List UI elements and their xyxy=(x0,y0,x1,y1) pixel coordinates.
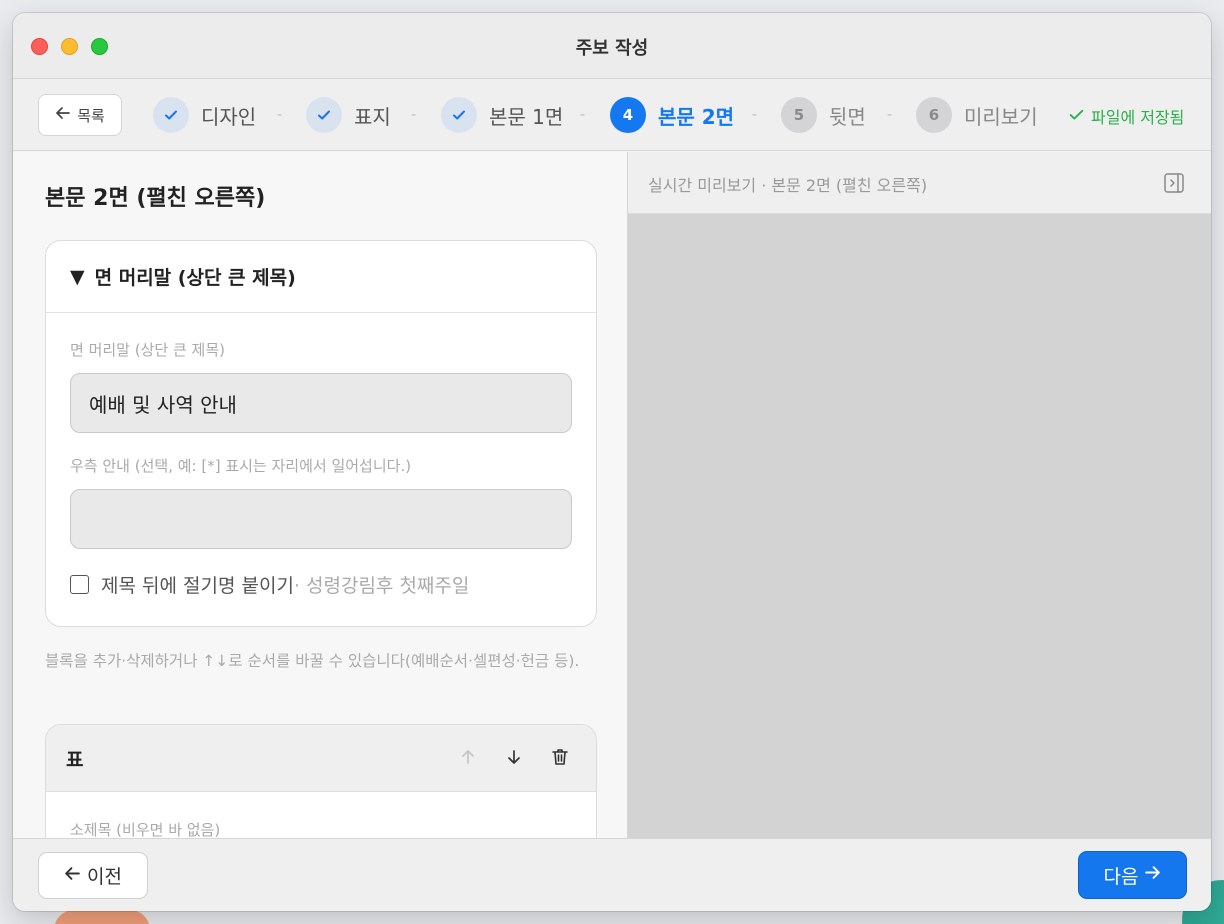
field-label: 면 머리말 (상단 큰 제목) xyxy=(70,341,225,359)
right-note-input[interactable] xyxy=(70,489,572,549)
check-icon xyxy=(1068,106,1085,127)
step-separator: - xyxy=(411,107,417,123)
table-block: 표 소제목 (비우면 바 없음) xyxy=(45,724,597,838)
arrow-left-icon xyxy=(55,105,71,125)
header-section-card: ▼ 면 머리말 (상단 큰 제목) 면 머리말 (상단 큰 제목) 예배 및 사… xyxy=(45,240,597,627)
step-separator: - xyxy=(277,107,283,123)
arrow-right-icon xyxy=(1144,864,1161,886)
footer-bar: 이전 다음 xyxy=(13,838,1211,911)
check-icon xyxy=(441,97,477,133)
step-body-page-1[interactable]: 본문 1면 xyxy=(441,97,563,133)
saved-label: 파일에 저장됨 xyxy=(1091,108,1185,127)
next-button[interactable]: 다음 xyxy=(1078,851,1187,899)
step-number: 6 xyxy=(916,97,952,133)
block-title: 표 xyxy=(66,748,84,771)
step-bar: 목록 디자인 - 표지 - 본문 1면 - 4 본문 2면 - 5 뒷면 - 6 xyxy=(13,79,1211,151)
step-separator: - xyxy=(580,107,586,123)
step-number: 4 xyxy=(610,97,646,133)
step-back-page[interactable]: 5 뒷면 xyxy=(781,97,866,133)
step-separator: - xyxy=(752,107,758,123)
title-bar: 주보 작성 xyxy=(13,13,1211,79)
step-design[interactable]: 디자인 xyxy=(153,97,256,133)
move-down-icon[interactable] xyxy=(502,745,526,769)
move-up-icon[interactable] xyxy=(456,745,480,769)
help-text: 블록을 추가·삭제하거나 ↑↓로 순서를 바꿀 수 있습니다(예배순서·셀편성·… xyxy=(45,652,580,670)
step-label: 본문 2면 xyxy=(658,104,735,129)
check-icon xyxy=(306,97,342,133)
back-to-list-button[interactable]: 목록 xyxy=(38,94,122,136)
subtitle-label: 소제목 (비우면 바 없음) xyxy=(70,821,221,838)
section-toggle[interactable]: ▼ 면 머리말 (상단 큰 제목) xyxy=(46,241,596,313)
page-title: 본문 2면 (펼친 오른쪽) xyxy=(45,186,266,211)
window-title: 주보 작성 xyxy=(575,38,649,59)
section-title: 면 머리말 (상단 큰 제목) xyxy=(94,267,296,289)
step-label: 뒷면 xyxy=(829,104,866,129)
preview-title: 실시간 미리보기 · 본문 2면 (펼친 오른쪽) xyxy=(648,176,928,195)
page-header-input[interactable]: 예배 및 사역 안내 xyxy=(70,373,572,433)
step-preview[interactable]: 6 미리보기 xyxy=(916,97,1038,133)
live-preview-panel: 실시간 미리보기 · 본문 2면 (펼친 오른쪽) xyxy=(628,152,1211,838)
step-cover[interactable]: 표지 xyxy=(306,97,391,133)
next-label: 다음 xyxy=(1103,865,1139,888)
step-label: 본문 1면 xyxy=(489,104,564,129)
checkbox-label: 제목 뒤에 절기명 붙이기 xyxy=(101,575,294,597)
back-button-label: 목록 xyxy=(77,106,105,125)
season-name-checkbox[interactable] xyxy=(70,575,89,594)
preview-header: 실시간 미리보기 · 본문 2면 (펼친 오른쪽) xyxy=(628,152,1211,214)
trash-icon[interactable] xyxy=(548,745,572,769)
step-body-page-2[interactable]: 4 본문 2면 xyxy=(610,97,734,133)
block-header: 표 xyxy=(46,725,596,792)
step-separator: - xyxy=(887,107,893,123)
step-number: 5 xyxy=(781,97,817,133)
step-label: 미리보기 xyxy=(964,104,1038,129)
step-label: 디자인 xyxy=(201,104,257,129)
background-shape xyxy=(54,910,150,924)
saved-status: 파일에 저장됨 xyxy=(1068,104,1184,128)
arrow-left-icon xyxy=(64,865,81,887)
checkbox-hint: · 성령강림후 첫째주일 xyxy=(293,575,470,597)
field-label: 우측 안내 (선택, 예: [*] 표시는 자리에서 일어섭니다.) xyxy=(70,457,412,475)
step-label: 표지 xyxy=(354,104,391,129)
previous-label: 이전 xyxy=(87,866,122,888)
editor-panel: 본문 2면 (펼친 오른쪽) ▼ 면 머리말 (상단 큰 제목) 면 머리말 (… xyxy=(13,152,628,838)
season-name-checkbox-row[interactable]: 제목 뒤에 절기명 붙이기· 성령강림후 첫째주일 xyxy=(70,571,469,598)
check-icon xyxy=(153,97,189,133)
collapse-panel-icon[interactable] xyxy=(1163,172,1185,194)
triangle-down-icon: ▼ xyxy=(70,265,85,288)
previous-button[interactable]: 이전 xyxy=(38,852,148,899)
app-window: 주보 작성 목록 디자인 - 표지 - 본문 1면 - 4 본문 2면 - 5 … xyxy=(13,13,1211,911)
